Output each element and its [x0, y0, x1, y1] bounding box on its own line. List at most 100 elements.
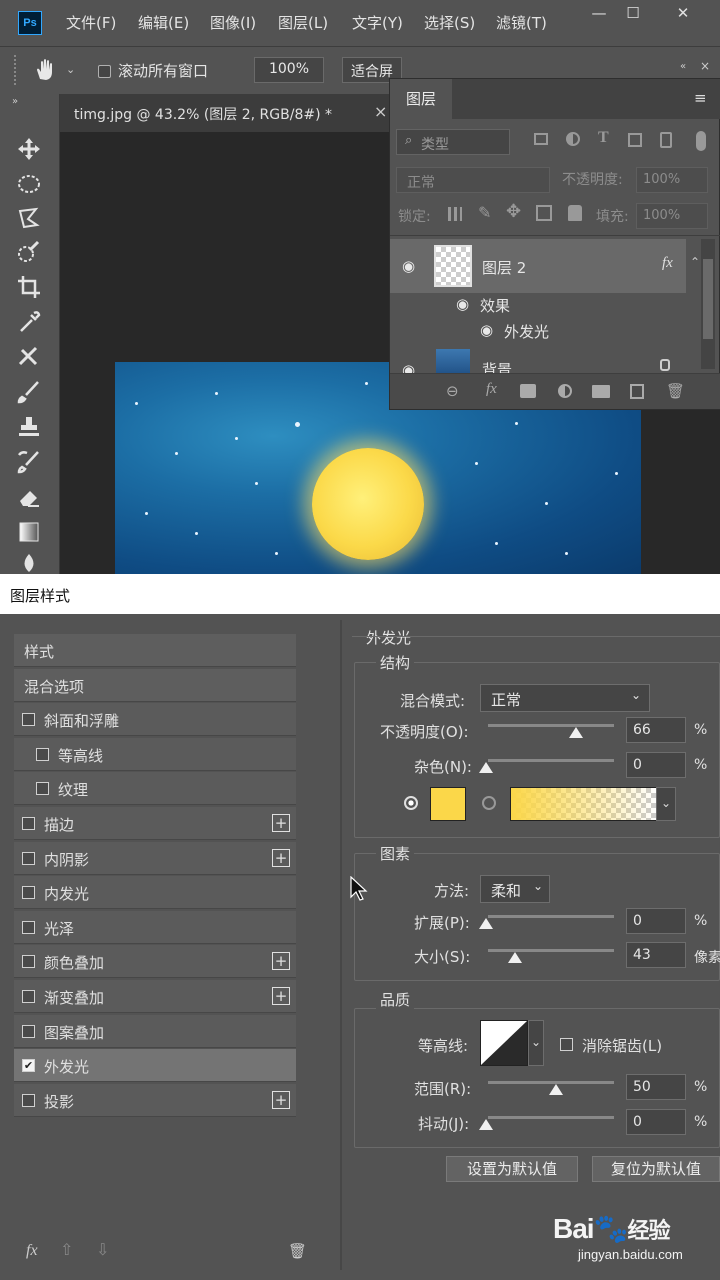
glow-blend-mode-select[interactable]: 正常 ⌄	[480, 684, 650, 712]
move-down-icon[interactable]: ⇩	[96, 1240, 109, 1259]
lock-transparent-icon[interactable]	[448, 207, 462, 221]
solid-color-radio[interactable]	[404, 796, 418, 810]
stamp-tool-icon[interactable]	[14, 412, 48, 442]
noise-slider[interactable]	[488, 759, 614, 762]
opacity-slider[interactable]	[488, 724, 614, 727]
blend-mode-select[interactable]: 正常	[396, 167, 550, 193]
style-item[interactable]: 纹理	[14, 772, 296, 806]
lock-artboard-icon[interactable]	[536, 205, 552, 221]
filter-type-icon[interactable]: T	[598, 129, 609, 147]
brush-tool-icon[interactable]	[14, 377, 48, 407]
range-field[interactable]: 50	[626, 1074, 686, 1100]
move-tool-icon[interactable]	[14, 134, 48, 164]
quick-select-tool-icon[interactable]	[14, 238, 48, 268]
delete-layer-icon[interactable]: 🗑	[666, 382, 685, 400]
new-layer-icon[interactable]	[630, 384, 644, 399]
noise-slider-knob[interactable]	[479, 762, 493, 773]
opacity-slider-knob[interactable]	[569, 727, 584, 738]
menu-select[interactable]: 选择(S)	[424, 12, 475, 33]
chevron-down-icon[interactable]: ⌄	[66, 63, 75, 76]
style-item[interactable]: 混合选项	[14, 668, 296, 702]
document-tab[interactable]: timg.jpg @ 43.2% (图层 2, RGB/8#) * ×	[60, 94, 390, 132]
set-default-button[interactable]: 设置为默认值	[446, 1156, 578, 1182]
jitter-slider[interactable]	[488, 1116, 614, 1119]
size-field[interactable]: 43	[626, 942, 686, 968]
outer-glow-eye-icon[interactable]: ◉	[480, 321, 493, 339]
gradient-picker-chevron-icon[interactable]: ⌄	[656, 787, 676, 821]
add-effect-plus-icon[interactable]: +	[272, 848, 290, 867]
collapse-effects-icon[interactable]: ⌃	[690, 255, 700, 269]
method-select[interactable]: 柔和 ⌄	[480, 875, 550, 903]
fx-badge[interactable]: fx	[662, 255, 673, 272]
style-checkbox[interactable]	[22, 886, 35, 900]
style-item[interactable]: 投影 +	[14, 1083, 296, 1117]
jitter-slider-knob[interactable]	[479, 1119, 493, 1130]
gradient-swatch[interactable]	[510, 787, 658, 821]
marquee-tool-icon[interactable]	[14, 169, 48, 199]
opacity-field[interactable]: 66	[626, 717, 686, 743]
crop-tool-icon[interactable]	[14, 272, 48, 302]
close-tab-icon[interactable]: ×	[374, 102, 387, 121]
add-effect-plus-icon[interactable]: +	[272, 987, 290, 1005]
antialias-checkbox[interactable]	[560, 1036, 573, 1055]
style-checkbox[interactable]: ✔	[22, 1059, 35, 1073]
delete-effect-icon[interactable]: 🗑	[288, 1242, 307, 1260]
style-checkbox[interactable]	[22, 990, 35, 1003]
layer-opacity-field[interactable]: 100%	[636, 167, 708, 193]
lock-all-icon[interactable]	[568, 205, 582, 221]
filter-pixel-icon[interactable]	[534, 133, 548, 145]
add-effect-plus-icon[interactable]: +	[272, 814, 290, 832]
layer-filter-select[interactable]: ⌕ 类型	[396, 129, 510, 155]
add-style-icon[interactable]: fx	[486, 381, 497, 398]
tab-layers[interactable]: 图层	[390, 79, 452, 119]
zoom-field[interactable]: 100%	[254, 57, 324, 83]
contour-chevron-icon[interactable]: ⌄	[528, 1020, 544, 1066]
glow-color-swatch[interactable]	[430, 787, 466, 821]
style-checkbox[interactable]	[22, 1093, 35, 1107]
menu-type[interactable]: 文字(Y)	[352, 12, 403, 33]
filter-smart-object-icon[interactable]	[660, 132, 672, 148]
size-slider-knob[interactable]	[507, 952, 522, 963]
lock-pixels-icon[interactable]: ✎	[478, 203, 491, 222]
healing-tool-icon[interactable]	[14, 342, 48, 372]
contour-preview[interactable]	[480, 1020, 528, 1066]
layer-fill-field[interactable]: 100%	[636, 203, 708, 229]
effects-eye-icon[interactable]: ◉	[456, 295, 469, 313]
layers-scrollbar[interactable]	[701, 239, 715, 369]
menu-file[interactable]: 文件(F)	[66, 12, 116, 33]
filter-shape-icon[interactable]	[628, 133, 642, 147]
style-item[interactable]: 光泽	[14, 910, 296, 944]
minimize-button[interactable]: —	[586, 4, 612, 26]
style-item[interactable]: 样式	[14, 634, 296, 667]
move-up-icon[interactable]: ⇧	[60, 1240, 73, 1259]
eraser-tool-icon[interactable]	[14, 482, 48, 512]
eyedropper-tool-icon[interactable]	[14, 307, 48, 337]
close-window-button[interactable]: ✕	[670, 4, 696, 26]
spread-slider-knob[interactable]	[479, 918, 493, 929]
reset-default-button[interactable]: 复位为默认值	[592, 1156, 720, 1182]
style-item[interactable]: 斜面和浮雕	[14, 703, 296, 737]
style-checkbox[interactable]	[22, 955, 35, 969]
add-mask-icon[interactable]	[520, 384, 536, 398]
jitter-field[interactable]: 0	[626, 1109, 686, 1135]
history-brush-tool-icon[interactable]	[14, 447, 48, 477]
maximize-button[interactable]: ☐	[620, 4, 646, 26]
filter-toggle-icon[interactable]	[696, 131, 706, 151]
hand-tool-icon[interactable]	[32, 57, 58, 87]
new-adjustment-icon[interactable]	[558, 384, 572, 398]
panel-collapse-icon[interactable]: «	[680, 61, 686, 72]
style-checkbox[interactable]	[36, 747, 49, 761]
panel-menu-icon[interactable]: ≡	[694, 89, 707, 107]
menu-layer[interactable]: 图层(L)	[278, 12, 328, 33]
style-checkbox[interactable]	[22, 817, 35, 830]
link-layers-icon[interactable]: ⊖	[446, 382, 459, 400]
style-item[interactable]: 等高线	[14, 737, 296, 771]
gradient-tool-icon[interactable]	[14, 517, 48, 547]
style-checkbox[interactable]	[22, 851, 35, 865]
style-checkbox[interactable]	[36, 782, 49, 796]
range-slider-knob[interactable]	[549, 1084, 563, 1095]
style-checkbox[interactable]	[22, 713, 35, 727]
spread-field[interactable]: 0	[626, 908, 686, 934]
layer-row-selected[interactable]: ◉ 图层 2 fx	[390, 239, 686, 293]
style-item[interactable]: 内发光	[14, 876, 296, 910]
